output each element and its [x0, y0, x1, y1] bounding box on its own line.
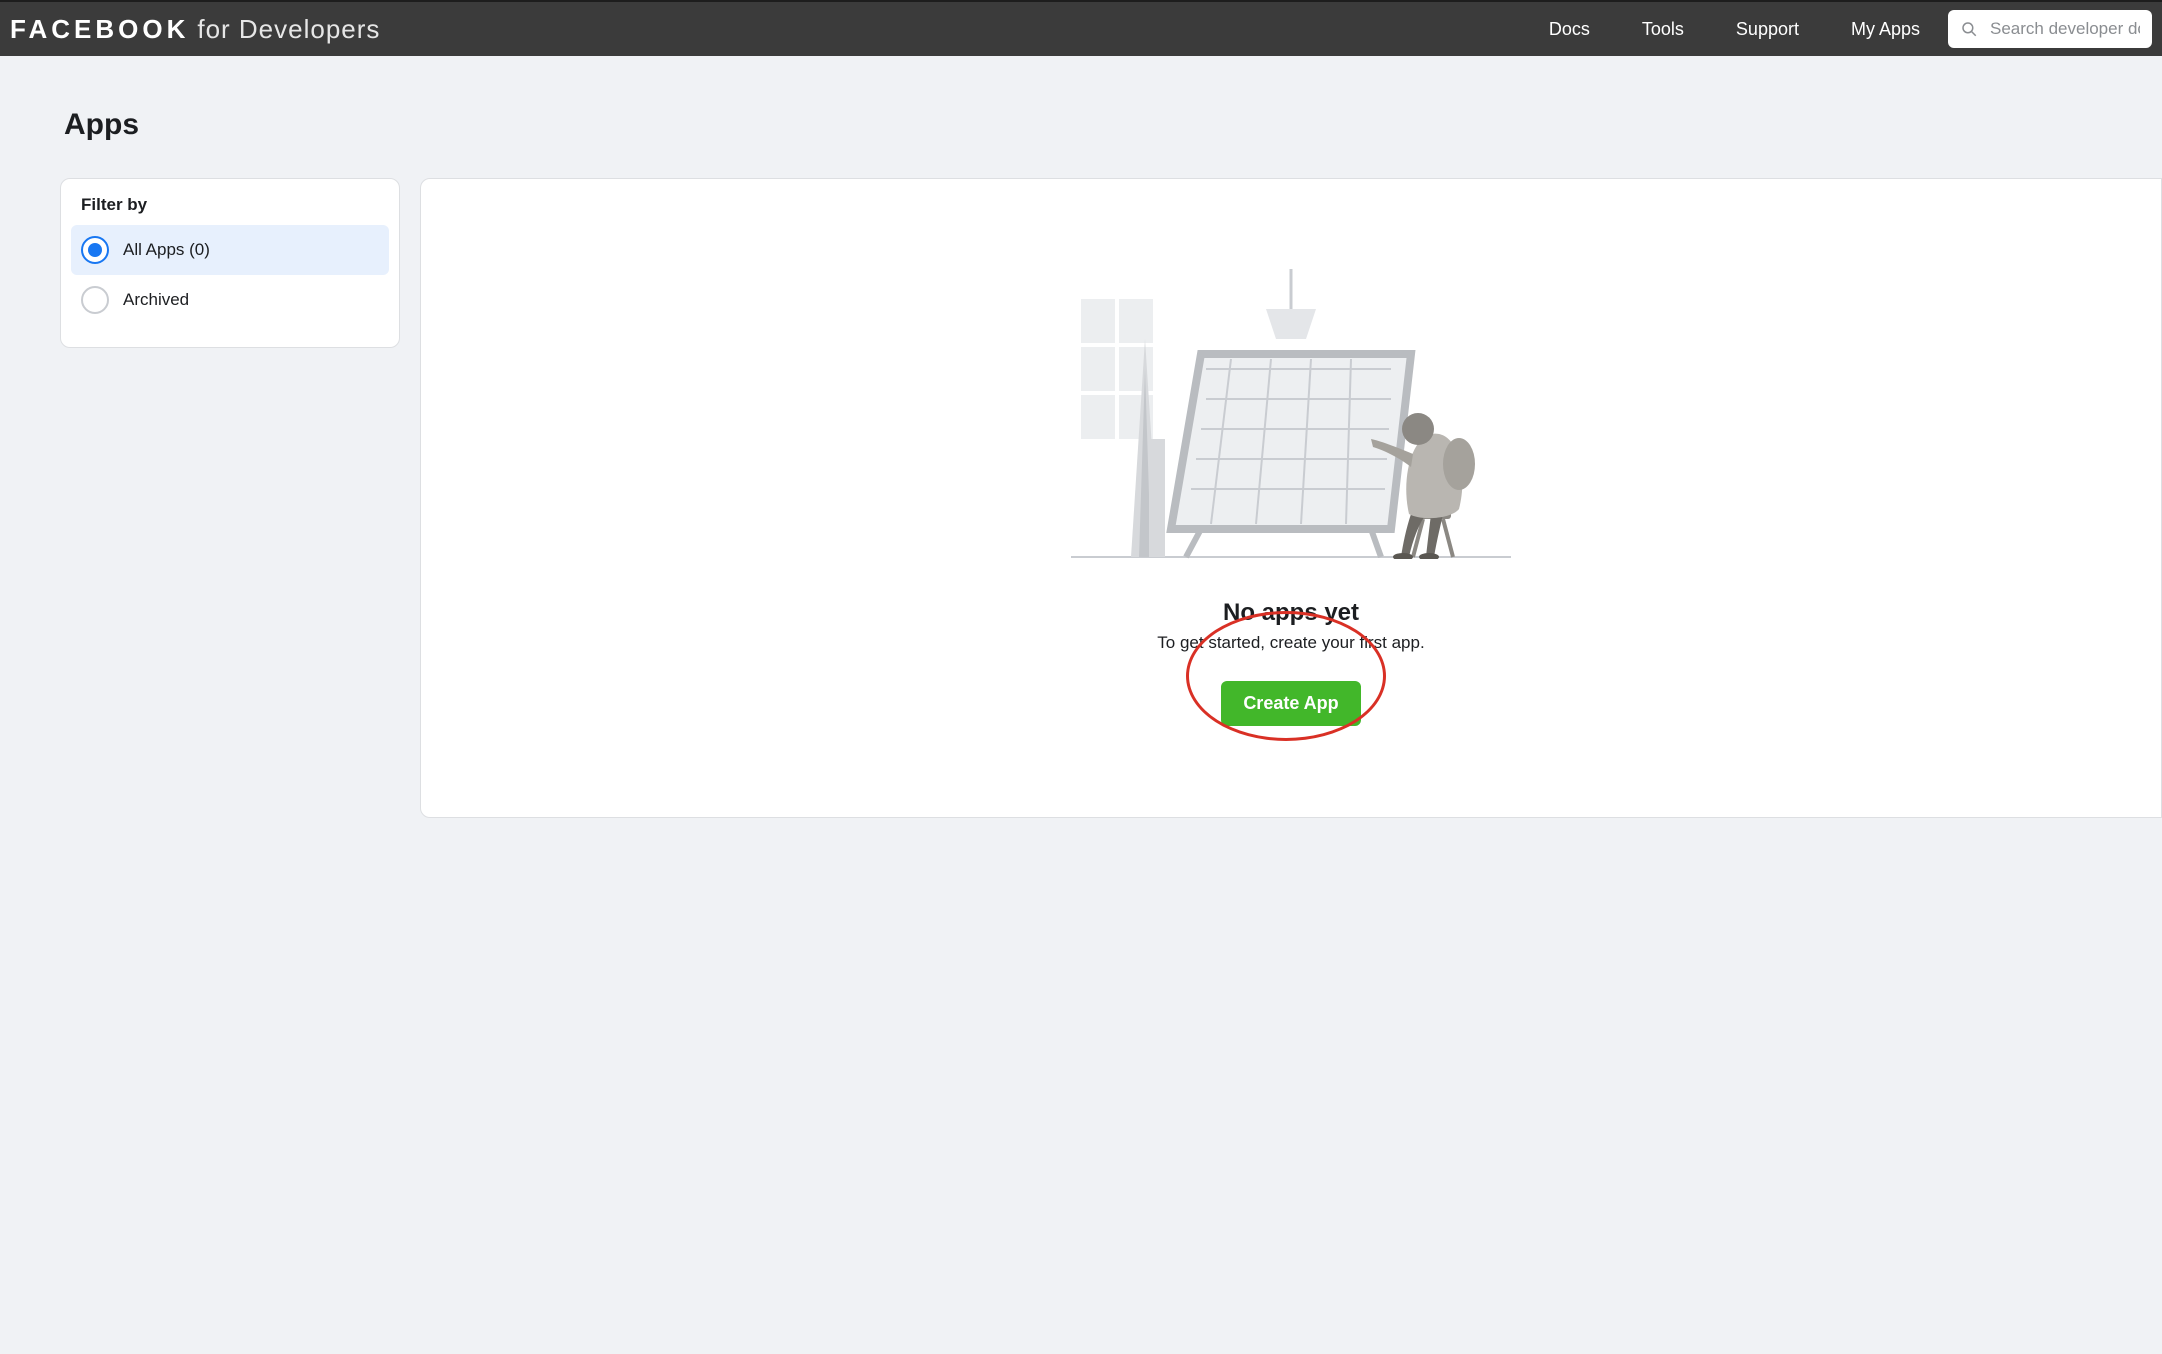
page-body: Apps Filter by All Apps (0) Archived: [0, 108, 2162, 818]
create-app-button[interactable]: Create App: [1221, 681, 1360, 726]
search-input[interactable]: [1990, 19, 2140, 39]
search-box[interactable]: [1948, 10, 2152, 48]
brand-suffix: for Developers: [197, 14, 380, 45]
radio-icon: [81, 236, 109, 264]
main-panel: No apps yet To get started, create your …: [420, 178, 2162, 818]
page-title: Apps: [64, 108, 2162, 142]
filter-option-all-apps[interactable]: All Apps (0): [71, 225, 389, 275]
nav-link-support[interactable]: Support: [1736, 19, 1799, 40]
empty-state-subtitle: To get started, create your first app.: [1157, 633, 1424, 653]
empty-state-title: No apps yet: [1223, 599, 1359, 627]
nav-link-tools[interactable]: Tools: [1642, 19, 1684, 40]
brand-logo[interactable]: FACEBOOK for Developers: [10, 14, 380, 45]
nav-link-myapps[interactable]: My Apps: [1851, 19, 1920, 40]
search-icon: [1960, 20, 1978, 38]
radio-icon: [81, 286, 109, 314]
brand-facebook: FACEBOOK: [10, 14, 189, 45]
empty-state-illustration: [1071, 269, 1511, 559]
filter-title: Filter by: [71, 195, 389, 225]
filter-option-label: Archived: [123, 290, 189, 310]
top-nav: FACEBOOK for Developers Docs Tools Suppo…: [0, 0, 2162, 56]
filter-card: Filter by All Apps (0) Archived: [60, 178, 400, 348]
filter-option-label: All Apps (0): [123, 240, 210, 260]
nav-links: Docs Tools Support My Apps: [1549, 19, 1920, 40]
filter-option-archived[interactable]: Archived: [71, 275, 389, 325]
nav-link-docs[interactable]: Docs: [1549, 19, 1590, 40]
